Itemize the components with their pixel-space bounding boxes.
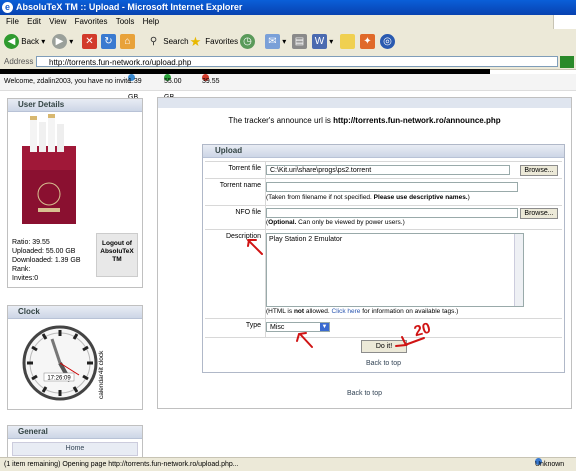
arrow-type-shaft bbox=[299, 333, 313, 348]
annotation-number: 20 bbox=[412, 320, 433, 341]
arrow-submit-head bbox=[395, 336, 408, 347]
status-text: (1 item remaining) Opening page http://t… bbox=[4, 461, 239, 468]
annotation-layer: 20 bbox=[247, 239, 433, 348]
arrow-description-shaft bbox=[247, 239, 263, 255]
status-bar: (1 item remaining) Opening page http://t… bbox=[0, 457, 576, 471]
arrow-submit-shaft bbox=[404, 337, 425, 346]
zone-text: Unknown bbox=[535, 461, 565, 468]
